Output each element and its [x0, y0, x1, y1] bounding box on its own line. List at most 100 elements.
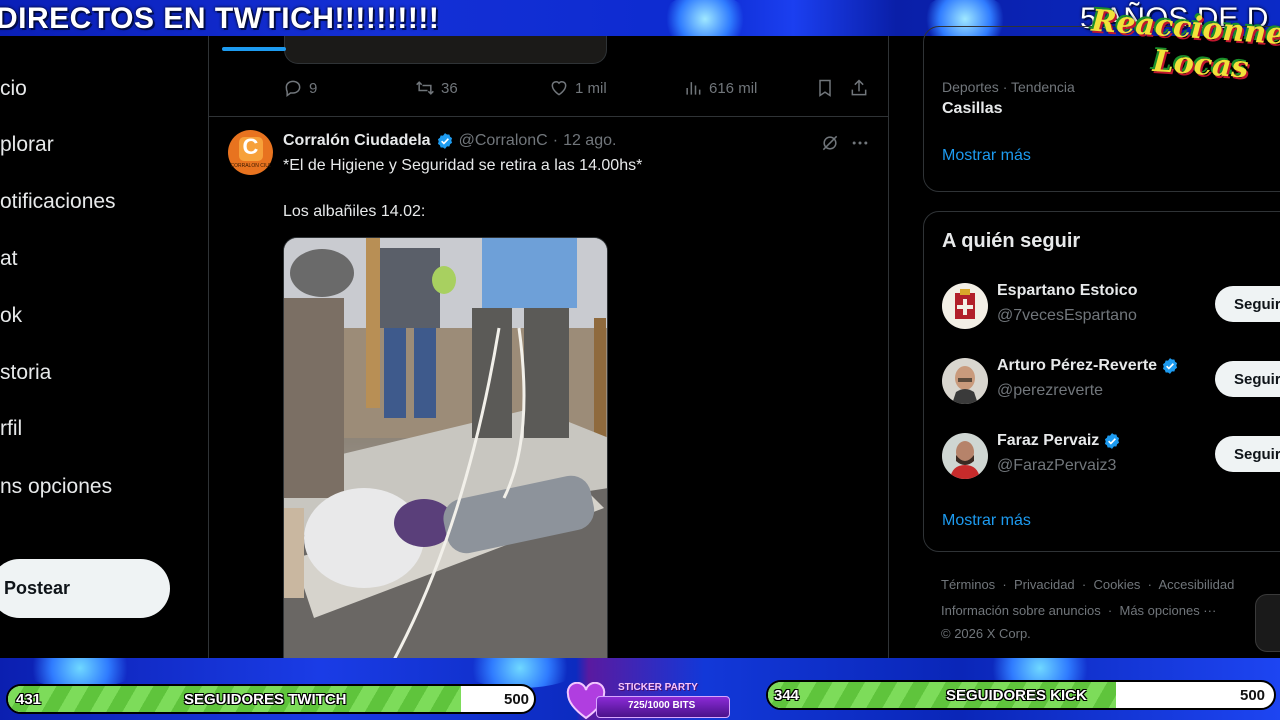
- nav-item-more-options[interactable]: ns opciones: [0, 475, 112, 499]
- verified-badge-icon: [437, 133, 452, 149]
- twitch-follower-goal-bar: 431 SEGUIDORES TWITCH 500: [6, 684, 536, 714]
- kick-follower-goal-bar: 344 SEGUIDORES KICK 500: [766, 680, 1276, 710]
- trend-topic[interactable]: Casillas: [942, 100, 1002, 118]
- tweet-text-line: *El de Higiene y Seguridad se retira a l…: [283, 157, 643, 174]
- stream-logo-line2: Locas: [1151, 43, 1250, 86]
- footer-copyright: © 2026 X Corp.: [941, 626, 1031, 641]
- nav-item-grok[interactable]: ok: [0, 304, 22, 328]
- sticker-party-bits: 725/1000 BITS: [628, 700, 696, 711]
- kick-goal-max: 500: [1240, 687, 1266, 704]
- grok-icon[interactable]: [820, 133, 840, 153]
- messages-drawer-button[interactable]: [1255, 594, 1280, 652]
- repost-count: 36: [441, 79, 458, 97]
- coat-of-arms-avatar: [942, 283, 988, 329]
- nav-item-profile[interactable]: rfil: [0, 417, 22, 441]
- like-count: 1 mil: [575, 79, 607, 97]
- avatar[interactable]: [942, 358, 988, 404]
- nav-item-label: plorar: [0, 133, 54, 156]
- footer-link-ads-info[interactable]: Información sobre anuncios: [941, 603, 1101, 618]
- tweet-text-line: Los albañiles 14.02:: [283, 203, 426, 220]
- follow-button[interactable]: Seguir: [1215, 436, 1280, 472]
- who-to-follow-card: A quién seguir Espartano Estoico @7veces…: [923, 211, 1280, 552]
- follow-suggestion[interactable]: Faraz Pervaiz @FarazPervaiz3 Seguir: [924, 428, 1280, 488]
- follow-show-more-link[interactable]: Mostrar más: [942, 512, 1031, 530]
- nav-item-chat[interactable]: at: [0, 247, 18, 271]
- share-button[interactable]: [849, 78, 869, 98]
- follow-name-text: Faraz Pervaiz: [997, 432, 1100, 449]
- twitch-goal-max: 500: [504, 691, 530, 708]
- previous-tweet-media[interactable]: [284, 36, 607, 64]
- footer-link-more-options[interactable]: Más opciones ···: [1119, 603, 1216, 618]
- who-to-follow-title: A quién seguir: [942, 230, 1081, 252]
- reply-button[interactable]: 9: [283, 78, 317, 98]
- avatar-logo-text: CORRALÓN CIUDADELA: [230, 162, 271, 169]
- footer-links: Términos · Privacidad · Cookies · Accesi…: [941, 577, 1235, 641]
- trend-category: Deportes · Tendencia: [942, 79, 1075, 95]
- follow-suggestion[interactable]: Espartano Estoico @7vecesEspartano Segui…: [924, 278, 1280, 338]
- stream-logo: Reaccionnes Locas: [1085, 0, 1280, 95]
- trends-show-more-link[interactable]: Mostrar más: [942, 147, 1031, 165]
- tweet[interactable]: C CORRALÓN CIUDADELA Corralón Ciudadela …: [209, 117, 888, 658]
- kick-goal-current: 344: [774, 687, 800, 704]
- photo-content: [284, 238, 607, 658]
- avatar[interactable]: [942, 283, 988, 329]
- nav-item-label: rfil: [0, 417, 23, 440]
- tweet-author-handle[interactable]: @CorralonC: [459, 132, 548, 150]
- nav-item-history[interactable]: storia: [0, 361, 51, 385]
- verified-badge-icon: [1105, 433, 1120, 449]
- timeline-progress-indicator: [222, 47, 286, 51]
- footer-link-terms[interactable]: Términos: [941, 577, 995, 592]
- stream-bottom-bar: 431 SEGUIDORES TWITCH 500 STICKER PARTY …: [0, 658, 1280, 720]
- tweet-header: Corralón Ciudadela @CorralonC · 12 ago.: [283, 132, 616, 150]
- follow-name-text: Arturo Pérez-Reverte: [997, 357, 1158, 374]
- nav-item-label: at: [0, 247, 18, 270]
- follow-button[interactable]: Seguir: [1215, 361, 1280, 397]
- bookmark-icon: [819, 79, 831, 97]
- separator-dot: ·: [552, 132, 559, 149]
- post-button[interactable]: Postear: [0, 559, 170, 618]
- repost-icon: [416, 81, 434, 95]
- follow-name-text: Espartano Estoico: [997, 282, 1138, 299]
- views-icon: [686, 82, 701, 95]
- flame-decoration: [660, 0, 750, 36]
- footer-link-accessibility[interactable]: Accesibilidad: [1158, 577, 1234, 592]
- more-options-icon[interactable]: [850, 133, 870, 153]
- kick-goal-label: SEGUIDORES KICK: [946, 687, 1087, 704]
- follow-button[interactable]: Seguir: [1215, 286, 1280, 322]
- views-count: 616 mil: [709, 79, 758, 97]
- reply-icon: [285, 80, 301, 97]
- nav-item-label: ok: [0, 304, 23, 327]
- nav-item-explore[interactable]: plorar: [0, 133, 54, 157]
- follow-handle: @FarazPervaiz3: [997, 457, 1117, 474]
- share-icon: [851, 79, 867, 96]
- left-navigation: cio plorar otificaciones at ok storia rf…: [0, 36, 208, 658]
- person-photo-avatar: [942, 433, 988, 479]
- tweet-timestamp[interactable]: 12 ago.: [563, 132, 616, 150]
- like-button[interactable]: 1 mil: [549, 78, 607, 98]
- bookmark-button[interactable]: [815, 78, 835, 98]
- footer-link-cookies[interactable]: Cookies: [1093, 577, 1140, 592]
- follow-name: Arturo Pérez-Reverte: [997, 357, 1179, 375]
- person-photo-avatar: [942, 358, 988, 404]
- nav-item-home[interactable]: cio: [0, 77, 27, 101]
- tweet-author-name[interactable]: Corralón Ciudadela: [283, 132, 431, 150]
- previous-tweet-actions: 9 36 1 mil 616 mil: [283, 78, 873, 104]
- repost-button[interactable]: 36: [415, 78, 458, 98]
- nav-item-notifications[interactable]: otificaciones: [0, 190, 116, 214]
- avatar-logo-letter: C: [238, 135, 263, 161]
- nav-item-label: storia: [0, 361, 52, 384]
- follow-handle: @perezreverte: [997, 382, 1104, 399]
- tweet-author-avatar[interactable]: C CORRALÓN CIUDADELA: [228, 130, 273, 175]
- follow-suggestion[interactable]: Arturo Pérez-Reverte @perezreverte Segui…: [924, 353, 1280, 413]
- tweet-photo[interactable]: [283, 237, 608, 658]
- sticker-party-title: STICKER PARTY: [618, 682, 698, 693]
- follow-handle: @7vecesEspartano: [997, 307, 1137, 324]
- twitch-goal-current: 431: [16, 691, 42, 708]
- footer-link-privacy[interactable]: Privacidad: [1014, 577, 1075, 592]
- nav-item-label: cio: [0, 77, 27, 100]
- sticker-party-widget: STICKER PARTY 725/1000 BITS: [566, 682, 736, 720]
- verified-badge-icon: [1163, 358, 1178, 374]
- avatar[interactable]: [942, 433, 988, 479]
- views-button[interactable]: 616 mil: [683, 78, 757, 98]
- reply-count: 9: [309, 79, 318, 97]
